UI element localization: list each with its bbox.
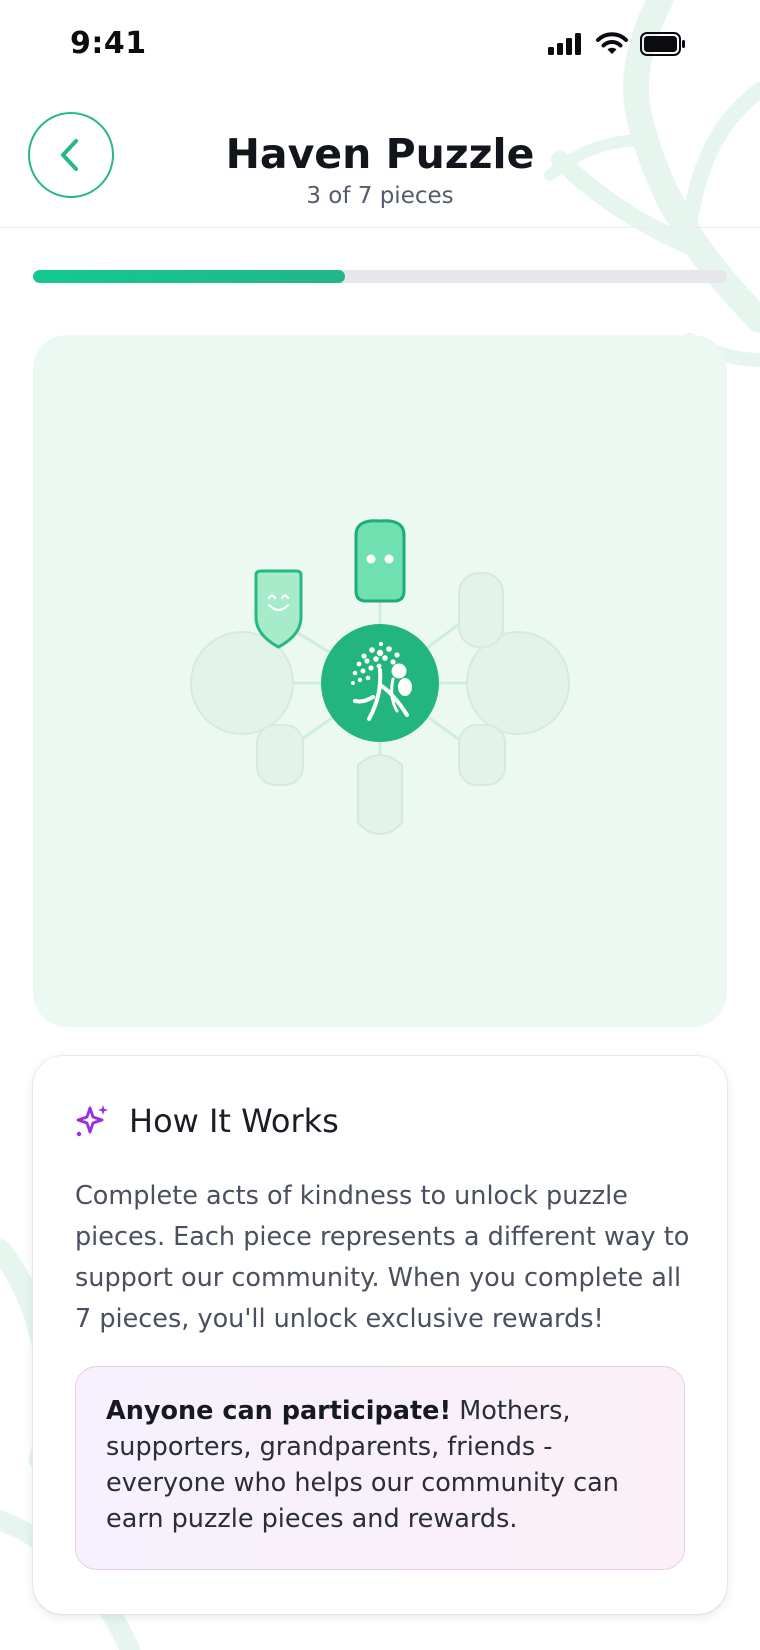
puzzle-piece-bottom-locked[interactable] bbox=[357, 754, 403, 835]
puzzle-piece-lower-left-locked[interactable] bbox=[256, 724, 304, 786]
puzzle-board bbox=[33, 335, 727, 1027]
how-it-works-description: Complete acts of kindness to unlock puzz… bbox=[75, 1181, 690, 1334]
status-bar: 9:41 bbox=[0, 0, 760, 90]
header: Haven Puzzle 3 of 7 pieces bbox=[0, 100, 760, 228]
how-it-works-title: How It Works bbox=[129, 1102, 339, 1140]
participation-note-bold: Anyone can participate! bbox=[106, 1396, 452, 1426]
cellular-signal-icon bbox=[548, 33, 581, 55]
puzzle-piece-upper-right-locked[interactable] bbox=[458, 572, 504, 648]
how-it-works-header: How It Works bbox=[75, 1102, 339, 1140]
wifi-icon bbox=[596, 32, 628, 54]
page-title: Haven Puzzle bbox=[225, 130, 535, 178]
puzzle-piece-top-unlocked[interactable] bbox=[354, 519, 406, 603]
status-time: 9:41 bbox=[70, 26, 147, 61]
battery-icon bbox=[640, 32, 685, 56]
participation-note: Anyone can participate! Mothers, support… bbox=[75, 1366, 685, 1570]
puzzle-piece-lower-right-locked[interactable] bbox=[458, 724, 506, 786]
sparkle-icon bbox=[76, 1105, 108, 1137]
how-it-works-card: How It Works Complete acts of kindness t… bbox=[33, 1056, 727, 1614]
status-icons bbox=[548, 32, 686, 56]
tree-of-life-mother-icon bbox=[321, 624, 439, 742]
puzzle-piece-smile-unlocked[interactable] bbox=[254, 569, 303, 649]
progress-bar bbox=[33, 270, 727, 283]
progress-fill bbox=[33, 270, 346, 283]
piece-count: 3 of 7 pieces bbox=[306, 183, 454, 209]
puzzle-graphic bbox=[190, 519, 570, 835]
